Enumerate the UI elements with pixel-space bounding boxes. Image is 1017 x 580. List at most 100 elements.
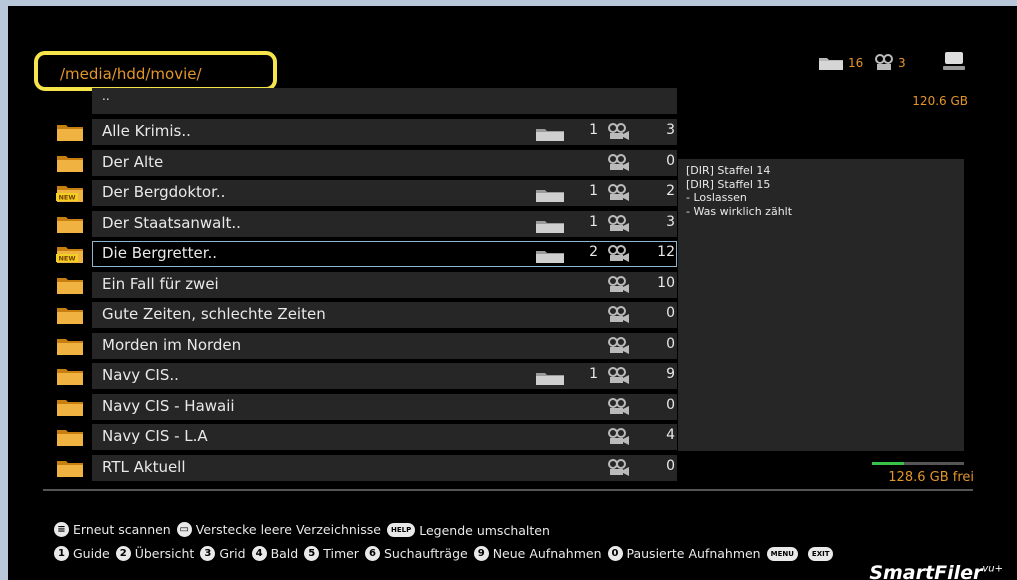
remote-key-icon: EXIT: [807, 547, 834, 561]
subfolder-count: 1: [589, 366, 598, 382]
brand-sup: vu+: [982, 563, 1003, 575]
movie-icon: [608, 275, 630, 294]
legend-label: Suchaufträge: [383, 546, 468, 561]
subfolder-count: 1: [589, 122, 598, 138]
legend-label: Übersicht: [134, 546, 195, 561]
legend-item: 3 Grid: [200, 546, 246, 561]
legend-label: Bald: [270, 546, 299, 561]
legend-item: EXIT: [807, 547, 838, 561]
free-space-bar-fill: [872, 462, 905, 465]
legend-item: 5 Timer: [304, 546, 359, 561]
legend-label: Legende umschalten: [419, 522, 550, 538]
movie-icon: [608, 123, 630, 141]
legend-item: ▭ Verstecke leere Verzeichnisse: [176, 522, 382, 537]
movie-icon: [608, 397, 630, 416]
folder-name: RTL Aktuell: [102, 457, 186, 476]
folder-row[interactable]: Ein Fall für zwei 10: [56, 271, 677, 298]
current-path: /media/hdd/movie/: [60, 65, 202, 83]
folder-name: Navy CIS..: [102, 366, 179, 384]
movie-count: 3: [666, 122, 675, 138]
movie-count: 10: [657, 274, 675, 291]
file-count: 3: [898, 56, 906, 70]
remote-key-icon: HELP: [387, 523, 416, 537]
movie-count: 4: [666, 427, 675, 443]
movie-count: 0: [666, 457, 675, 474]
remote-key-icon: 1: [54, 546, 69, 561]
movie-count: 3: [666, 213, 675, 230]
folder-row[interactable]: Navy CIS - L.A 4: [56, 424, 677, 450]
legend-item: 0 Pausierte Aufnahmen: [607, 546, 761, 561]
preview-line: [DIR] Staffel 15: [686, 177, 771, 191]
subfolder-icon: [536, 248, 564, 263]
movie-icon: [608, 214, 630, 233]
legend-line-1: ≡ Erneut scannen ▭ Verstecke leere Verzeich…: [54, 520, 556, 538]
movie-icon: [608, 458, 630, 477]
subfolder-icon: [536, 370, 564, 385]
folder-name: Morden im Norden: [102, 335, 242, 354]
legend-label: Erneut scannen: [73, 522, 171, 537]
movie-count: 2: [666, 183, 675, 199]
legend-item: MENU: [766, 547, 802, 561]
film-count-icon: [875, 54, 893, 70]
folder-name: Alle Krimis..: [102, 122, 191, 140]
remote-key-icon: ▭: [176, 522, 192, 537]
folder-row[interactable]: NEW Die Bergretter.. 2 12: [56, 241, 677, 267]
folder-row[interactable]: Gute Zeiten, schlechte Zeiten 0: [56, 302, 677, 328]
folder-row[interactable]: Der Staatsanwalt.. 1 3: [56, 210, 677, 237]
folder-row[interactable]: Morden im Norden 0: [56, 332, 677, 359]
divider: [43, 489, 973, 491]
legend-label: Grid: [219, 546, 246, 561]
remote-key-icon: 4: [251, 546, 267, 561]
folder-row[interactable]: Der Alte 0: [56, 149, 677, 176]
new-folder-icon: NEW: [56, 246, 84, 264]
remote-key-icon: 2: [115, 546, 131, 561]
preview-line: - Was wirklich zählt: [686, 204, 793, 218]
movie-icon: [608, 153, 630, 172]
folder-row[interactable]: Alle Krimis.. 1 3: [56, 119, 677, 145]
folder-name: Der Bergdoktor..: [102, 183, 226, 201]
folder-icon: [56, 124, 84, 142]
movie-count: 9: [666, 366, 675, 382]
movie-count: 0: [666, 305, 675, 321]
movie-icon: [608, 245, 630, 263]
folder-icon: [56, 216, 84, 234]
folder-icon: [56, 460, 84, 478]
free-space: 128.6 GB frei: [888, 470, 974, 485]
folder-icon: [56, 399, 84, 417]
subfolder-count: 2: [589, 244, 598, 260]
parent-dir-row[interactable]: ..: [56, 88, 677, 114]
folder-icon: [56, 155, 84, 173]
legend-item: 9 Neue Aufnahmen: [473, 546, 602, 561]
folder-row[interactable]: NEW Der Bergdoktor.. 1 2: [56, 180, 677, 206]
remote-key-icon: 5: [304, 546, 320, 561]
legend-label: Neue Aufnahmen: [492, 546, 602, 561]
subfolder-count: 1: [589, 213, 598, 230]
remote-key-icon: ≡: [54, 522, 69, 537]
remote-key-icon: 6: [364, 546, 380, 561]
folder-name: Der Alte: [102, 152, 164, 171]
folder-name: Der Staatsanwalt..: [102, 213, 241, 232]
movie-count: 0: [666, 152, 675, 169]
movie-icon: [608, 367, 630, 385]
folder-name: Navy CIS - Hawaii: [102, 396, 235, 415]
preview-line: - Loslassen: [686, 191, 747, 204]
parent-dir-label: ..: [102, 89, 110, 103]
subfolder-icon: [536, 126, 564, 141]
folder-name: Ein Fall für zwei: [102, 274, 219, 293]
legend-label: Verstecke leere Verzeichnisse: [195, 522, 382, 537]
folder-name: Navy CIS - L.A: [102, 427, 208, 445]
folder-row[interactable]: Navy CIS.. 1 9: [56, 363, 677, 389]
folder-name: Die Bergretter..: [102, 244, 218, 262]
preview-line: [DIR] Staffel 14: [686, 164, 771, 177]
folder-icon: [56, 277, 84, 295]
folder-count: 16: [848, 56, 864, 70]
movie-icon: [608, 336, 630, 355]
free-space-bar: [872, 462, 964, 465]
folder-row[interactable]: Navy CIS - Hawaii 0: [56, 393, 677, 420]
folder-row[interactable]: RTL Aktuell 0: [56, 454, 677, 481]
legend-item: HELP Legende umschalten: [387, 523, 550, 538]
legend-label: Timer: [323, 546, 359, 561]
remote-key-icon: 3: [200, 546, 216, 561]
folder-count-icon: [819, 58, 843, 70]
folder-name: Gute Zeiten, schlechte Zeiten: [102, 305, 326, 323]
